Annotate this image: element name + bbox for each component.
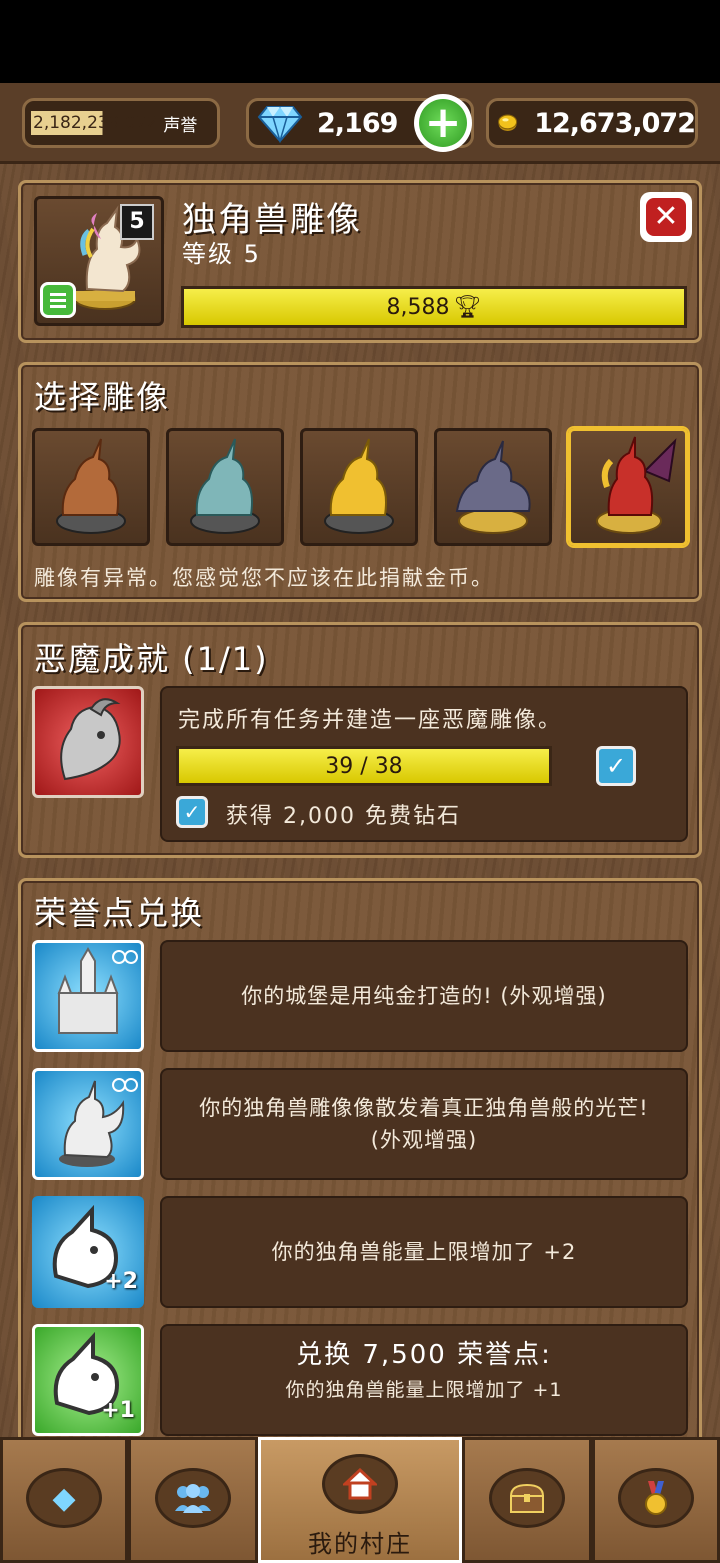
honor-item-3-text: 你的独角兽能量上限增加了 +2 [271, 1240, 577, 1264]
medal-icon [645, 1481, 667, 1515]
house-icon [343, 1468, 377, 1500]
achievement-title: 恶魔成就 (1/1) [34, 640, 269, 678]
bronze-unicorn-icon [56, 438, 126, 534]
honor-exchange-title: 荣誉点兑换 [34, 894, 205, 932]
honor-item-4-text: 你的独角兽能量上限增加了 +1 [285, 1379, 563, 1401]
statue-option-demon[interactable] [568, 428, 688, 546]
gold-castle-icon [32, 940, 144, 1052]
achievement-description: 完成所有任务并建造一座恶魔雕像。 [178, 708, 563, 733]
badge-plus2: +2 [104, 1269, 138, 1294]
statue-progress-bar: 8,588 🏆︎ [181, 286, 687, 328]
nav-friends[interactable] [128, 1437, 258, 1563]
list-icon[interactable] [40, 282, 76, 318]
silver-unicorn-icon [190, 438, 260, 534]
close-icon: ✕ [646, 198, 686, 236]
glowing-unicorn-icon [32, 1068, 144, 1180]
trophy-icon: 🏆︎ [453, 294, 482, 320]
honor-value: 2,182,239,072 [31, 111, 160, 135]
select-statue-note: 雕像有异常。您感觉您不应该在此捐献金币。 [34, 566, 494, 590]
achievement-progress-text: 39 / 38 [325, 753, 403, 779]
nav-chest[interactable] [462, 1437, 592, 1563]
demon-unicorn-icon [596, 436, 677, 534]
nav-my-village[interactable]: 我的村庄 [258, 1437, 462, 1563]
check-icon: ✓ [183, 800, 201, 824]
honor-item-3[interactable]: 你的独角兽能量上限增加了 +2 [160, 1196, 688, 1308]
statue-progress-text: 8,588 [386, 294, 450, 320]
gem-value: 2,169 [317, 107, 398, 139]
statue-level: 等级 5 [182, 240, 261, 268]
unicorn-energy-plus2-icon: +2 [32, 1196, 144, 1308]
add-gems-button[interactable]: + [414, 94, 472, 152]
unicorn-energy-plus1-icon: +1 [32, 1324, 144, 1436]
honor-item-1[interactable]: 你的城堡是用纯金打造的! (外观增强) [160, 940, 688, 1052]
treasure-chest-icon [509, 1483, 545, 1513]
gold-unicorn-icon [324, 438, 394, 534]
reward-claimed-checkbox[interactable]: ✓ [176, 796, 208, 828]
dark-unicorn-icon [455, 440, 531, 534]
statue-option-dark[interactable] [434, 428, 552, 546]
honor-item-1-text: 你的城堡是用纯金打造的! (外观增强) [241, 984, 607, 1008]
plus-icon: + [419, 99, 467, 147]
honor-counter[interactable]: 2,182,239,072 声誉 [22, 98, 220, 148]
close-button[interactable]: ✕ [640, 192, 692, 242]
coin-icon [498, 114, 518, 131]
achievement-complete-checkbox[interactable]: ✓ [596, 746, 636, 786]
honor-item-2[interactable]: 你的独角兽雕像像散发着真正独角兽般的光芒! (外观增强) [160, 1068, 688, 1180]
select-statue-title: 选择雕像 [34, 378, 171, 416]
demon-statue-head-icon [60, 698, 121, 781]
nav-my-village-label: 我的村庄 [308, 1530, 412, 1558]
statue-option-bronze[interactable] [32, 428, 150, 546]
statue-option-silver[interactable] [166, 428, 284, 546]
achievement-progress-bar: 39 / 38 [176, 746, 552, 786]
level-badge: 5 [120, 204, 154, 240]
honor-item-4[interactable]: 兑换 7,500 荣誉点: 你的独角兽能量上限增加了 +1 [160, 1324, 688, 1436]
honor-label: 声誉 [163, 115, 198, 136]
nav-achievements[interactable] [592, 1437, 720, 1563]
diamond-icon [257, 106, 303, 143]
nav-gems[interactable]: ◆ [0, 1437, 128, 1563]
people-icon [175, 1484, 211, 1513]
coin-counter[interactable]: 12,673,072 [486, 98, 698, 148]
honor-item-4-title: 兑换 7,500 荣誉点: [296, 1340, 552, 1370]
check-icon: ✓ [605, 752, 627, 780]
honor-item-2-text: 你的独角兽雕像像散发着真正独角兽般的光芒! (外观增强) [199, 1096, 649, 1152]
achievement-reward: 获得 2,000 免费钻石 [226, 804, 461, 829]
coin-value: 12,673,072 [534, 107, 696, 139]
badge-plus1: +1 [101, 1398, 135, 1423]
status-bar [0, 0, 720, 83]
diamond-icon: ◆ [52, 1480, 76, 1516]
achievement-image [32, 686, 144, 798]
statue-option-gold[interactable] [300, 428, 418, 546]
